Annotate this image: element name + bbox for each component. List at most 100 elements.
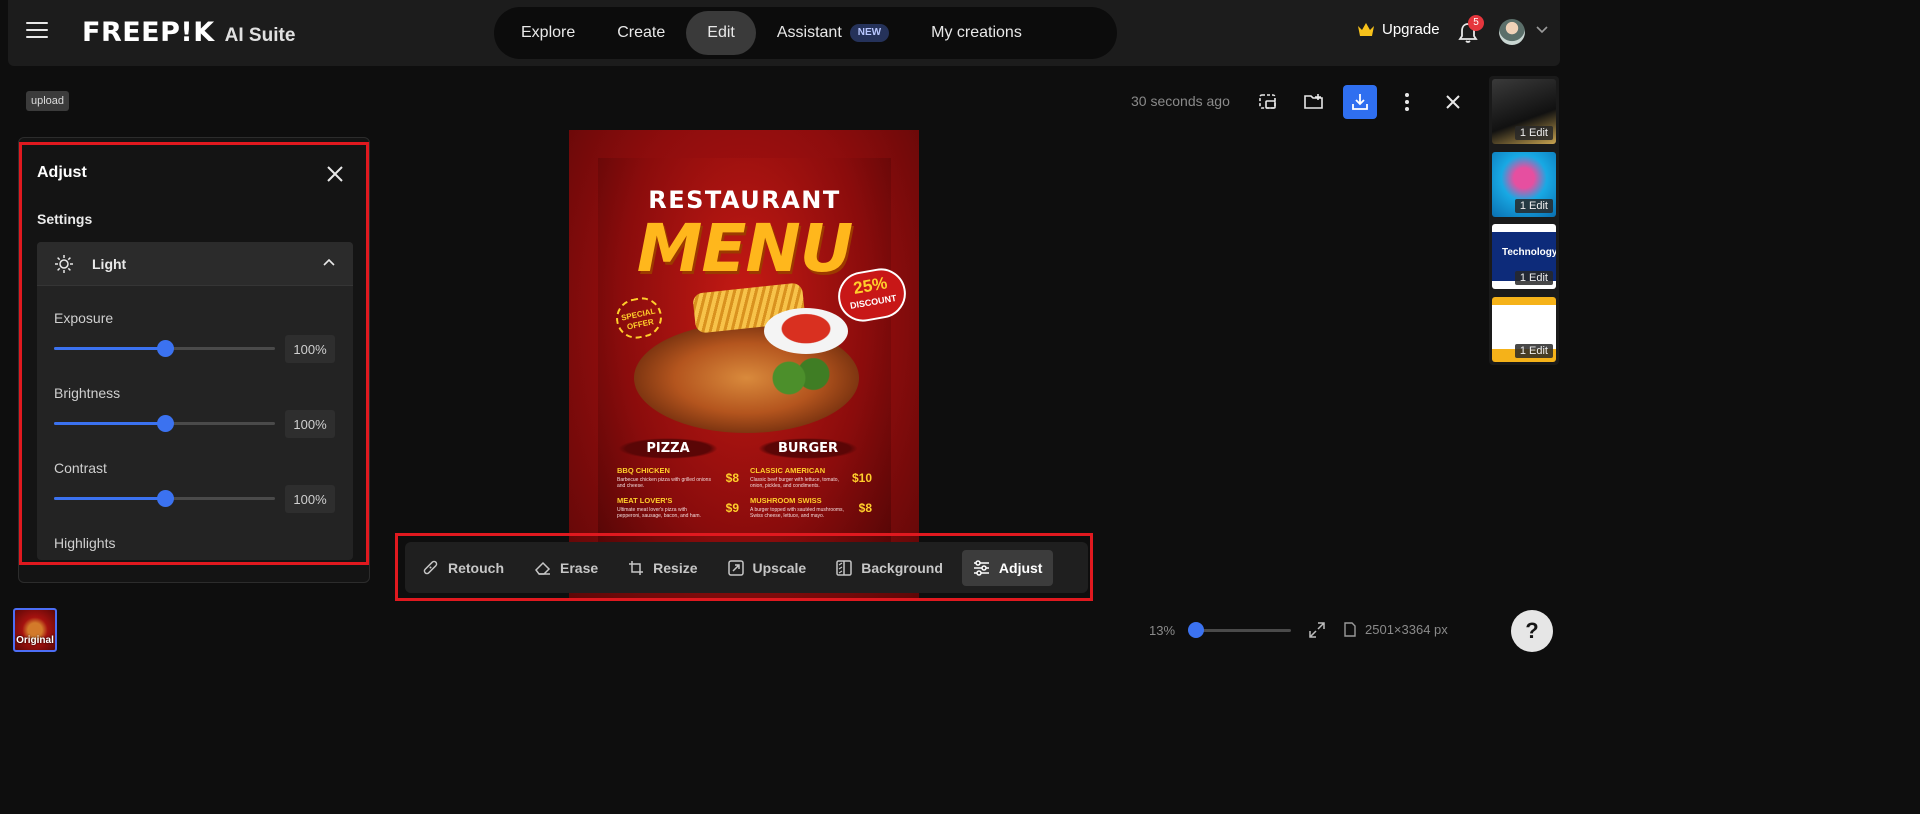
nav-explore[interactable]: Explore <box>500 11 596 55</box>
exposure-slider[interactable] <box>54 340 275 357</box>
resize-tool-label: Resize <box>653 559 698 576</box>
exposure-label: Exposure <box>54 310 114 326</box>
upscale-tool-label: Upscale <box>752 559 807 576</box>
add-to-canvas-icon <box>1259 94 1276 109</box>
brightness-slider[interactable] <box>54 415 275 432</box>
edit-toolbar: Retouch Erase Resize Upscale Background … <box>405 542 1088 593</box>
canvas-image[interactable]: RESTAURANT MENU 25% DISCOUNT SPECIAL OFF… <box>569 130 919 600</box>
nav-edit[interactable]: Edit <box>686 11 756 55</box>
zoom-percentage: 13% <box>1149 623 1176 638</box>
category-pizza: PIZZA <box>618 438 718 459</box>
brightness-value-field[interactable]: 100% <box>285 410 335 438</box>
settings-heading: Settings <box>37 211 93 227</box>
original-image-thumbnail[interactable]: Original <box>13 608 57 652</box>
erase-tool-button[interactable]: Erase <box>523 550 609 586</box>
more-vertical-icon <box>1405 93 1409 111</box>
logo[interactable]: FREEP!K AI Suite <box>82 17 295 48</box>
special-offer-badge: SPECIAL OFFER <box>612 293 666 343</box>
menu-item: BBQ CHICKEN Barbecue chicken pizza with … <box>617 466 739 496</box>
menu-icon[interactable] <box>26 22 48 40</box>
crop-icon <box>629 560 644 575</box>
menu-item-price: $8 <box>725 471 739 485</box>
history-thumbnail[interactable]: 1 Edit <box>1492 152 1556 217</box>
nav-my-creations[interactable]: My creations <box>910 11 1043 55</box>
notification-count: 5 <box>1468 15 1484 31</box>
retouch-tool-label: Retouch <box>448 559 504 576</box>
retouch-tool-button[interactable]: Retouch <box>411 550 515 586</box>
brightness-slider-fill <box>54 422 165 425</box>
light-group-header[interactable]: Light <box>37 242 353 286</box>
upgrade-button[interactable]: Upgrade <box>1357 21 1440 38</box>
contrast-value-field[interactable]: 100% <box>285 485 335 513</box>
contrast-slider[interactable] <box>54 490 275 507</box>
menu-item: MUSHROOM SWISS A burger topped with saut… <box>750 496 872 526</box>
background-tool-button[interactable]: Background <box>825 550 954 586</box>
sliders-icon <box>973 559 989 576</box>
light-group-label: Light <box>92 255 127 272</box>
top-bar: FREEP!K AI Suite Explore Create Edit Ass… <box>8 0 1560 66</box>
contrast-slider-handle[interactable] <box>156 490 174 507</box>
exposure-unit: % <box>315 341 327 357</box>
history-thumbnail[interactable]: 1 Edit <box>1492 297 1556 362</box>
close-icon <box>1446 95 1460 109</box>
contrast-unit: % <box>315 491 327 507</box>
history-thumbnail[interactable]: 1 Edit <box>1492 79 1556 144</box>
menu-item-name: MEAT LOVER'S <box>617 496 673 505</box>
exposure-value-field[interactable]: 100% <box>285 335 335 363</box>
brightness-unit: % <box>315 416 327 432</box>
upgrade-label: Upgrade <box>1382 21 1440 38</box>
sun-icon <box>55 254 73 273</box>
exposure-slider-handle[interactable] <box>156 340 174 357</box>
nav-assistant[interactable]: Assistant NEW <box>756 11 910 55</box>
history-thumbnail[interactable]: Technology 1 Edit <box>1492 224 1556 289</box>
brightness-value: 100 <box>293 416 316 432</box>
chevron-down-icon[interactable] <box>1536 26 1548 34</box>
avatar[interactable] <box>1499 19 1525 45</box>
fit-to-screen-icon[interactable] <box>1309 622 1325 638</box>
image-dimensions: 2501×3364 px <box>1344 622 1448 637</box>
contrast-setting: Contrast 100% <box>54 460 336 513</box>
thumbnail-label: Technology <box>1502 247 1556 258</box>
adjust-tool-label: Adjust <box>998 559 1043 576</box>
notifications-button[interactable]: 5 <box>1458 15 1484 49</box>
more-options-button[interactable] <box>1390 85 1424 119</box>
adjust-tool-button[interactable]: Adjust <box>961 549 1054 586</box>
zoom-slider[interactable] <box>1188 622 1291 638</box>
upscale-tool-button[interactable]: Upscale <box>717 550 818 586</box>
poster-title-menu: MENU <box>636 210 854 287</box>
menu-item-price: $10 <box>851 471 872 485</box>
edit-count-badge: 1 Edit <box>1514 126 1553 140</box>
zoom-slider-handle[interactable] <box>1188 622 1205 638</box>
resize-tool-button[interactable]: Resize <box>617 550 708 586</box>
adjust-panel: Adjust Settings Light Exposure 100% Brig… <box>18 137 370 583</box>
close-icon[interactable] <box>325 164 345 184</box>
exposure-slider-fill <box>54 347 165 350</box>
close-editor-button[interactable] <box>1436 85 1470 119</box>
eraser-icon <box>535 561 551 575</box>
new-badge: NEW <box>849 24 890 42</box>
edit-count-badge: 1 Edit <box>1514 344 1553 358</box>
original-label: Original <box>16 635 54 646</box>
download-button[interactable] <box>1343 85 1377 119</box>
nav-create[interactable]: Create <box>596 11 686 55</box>
menu-item-desc: Barbecue chicken pizza with grilled onio… <box>617 477 711 489</box>
upload-tag: upload <box>26 91 70 111</box>
add-to-canvas-button[interactable] <box>1251 85 1285 119</box>
menu-item-name: BBQ CHICKEN <box>617 466 670 475</box>
greens-image <box>768 358 838 398</box>
highlights-setting: Highlights <box>54 535 336 551</box>
edit-count-badge: 1 Edit <box>1514 199 1553 213</box>
nav-assistant-label: Assistant <box>776 24 842 41</box>
nav-my-creations-label: My creations <box>931 24 1022 41</box>
help-button[interactable]: ? <box>1511 610 1553 652</box>
sauce-bowl-image <box>764 308 848 354</box>
image-dimensions-text: 2501×3364 px <box>1365 622 1448 637</box>
contrast-value: 100 <box>293 491 316 507</box>
brightness-slider-handle[interactable] <box>156 415 174 432</box>
main-nav: Explore Create Edit Assistant NEW My cre… <box>494 7 1117 59</box>
menu-item-desc: Ultimate meat lover's pizza with peppero… <box>617 507 701 519</box>
contrast-slider-fill <box>54 497 165 500</box>
add-to-folder-button[interactable] <box>1297 85 1331 119</box>
menu-poster: RESTAURANT MENU 25% DISCOUNT SPECIAL OFF… <box>598 158 910 578</box>
crown-icon <box>1358 22 1374 36</box>
